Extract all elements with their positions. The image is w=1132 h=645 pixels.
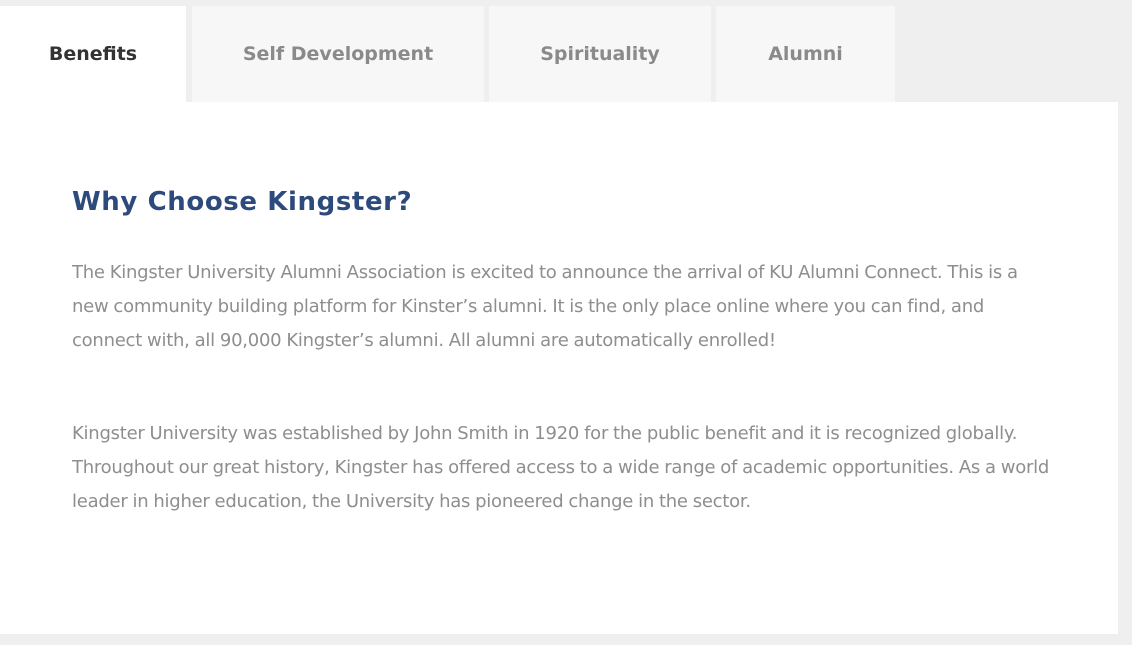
tab-self-development[interactable]: Self Development [192,6,484,102]
tab-bar: Benefits Self Development Spirituality A… [0,6,900,102]
tab-alumni[interactable]: Alumni [716,6,895,102]
tab-spirituality[interactable]: Spirituality [489,6,711,102]
intro-paragraph: The Kingster University Alumni Associati… [72,262,1018,351]
tab-content-panel: Why Choose Kingster? The Kingster Univer… [0,102,1118,634]
tab-benefits[interactable]: Benefits [0,6,186,102]
section-heading: Why Choose Kingster? [72,187,413,217]
history-paragraph: Kingster University was established by J… [72,423,1050,512]
